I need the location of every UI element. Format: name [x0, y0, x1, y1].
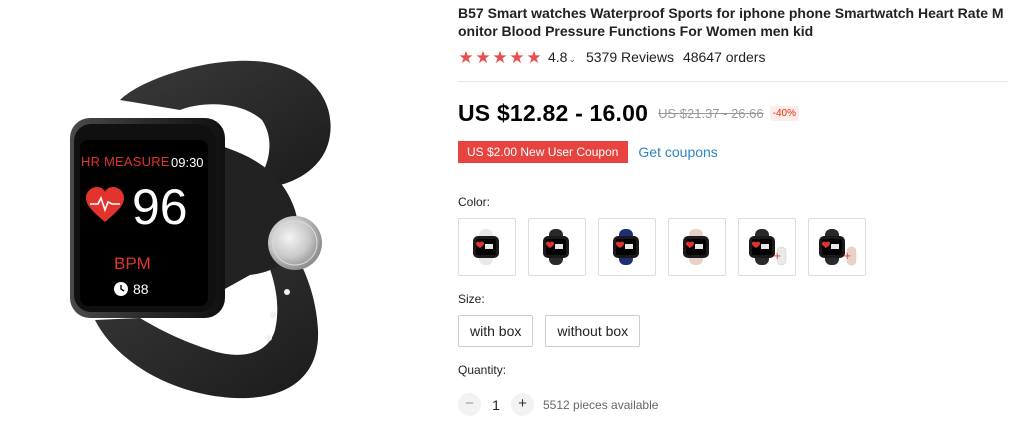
rating-number: 4.8	[548, 49, 568, 65]
color-option-pink[interactable]	[668, 218, 726, 276]
price-row: US $12.82 - 16.00 US $21.37 - 26.66 -40%	[458, 100, 799, 127]
watch-thumbnail-icon: +	[819, 229, 857, 266]
screen-steps: 88	[133, 281, 149, 297]
size-label: Size:	[458, 292, 485, 306]
watch-thumbnail-icon	[613, 229, 639, 265]
rating-row: ★ ★ ★ ★ ★ 4.8⌄ 5379 Reviews 48647 orders	[458, 48, 765, 66]
quantity-stepper: − 1 + 5512 pieces available	[458, 393, 658, 416]
screen-measure-label: HR MEASURE	[81, 154, 170, 169]
watch-thumbnail-icon: +	[749, 229, 787, 266]
screen-unit: BPM	[114, 254, 151, 273]
color-options: + +	[458, 218, 866, 276]
divider	[458, 81, 1008, 82]
quantity-value[interactable]: 1	[481, 397, 511, 413]
product-title: B57 Smart watches Waterproof Sports for …	[458, 5, 1004, 39]
get-coupons-link[interactable]: Get coupons	[638, 144, 717, 160]
coupon-row: US $2.00 New User Coupon Get coupons	[458, 141, 718, 163]
current-price: US $12.82 - 16.00	[458, 100, 649, 126]
svg-text:+: +	[773, 251, 781, 262]
smartwatch-illustration	[70, 60, 331, 399]
watch-thumbnail-icon	[543, 229, 569, 265]
color-label: Color:	[458, 195, 491, 209]
color-option-black[interactable]	[528, 218, 586, 276]
watch-thumbnail-icon	[473, 229, 499, 265]
product-image[interactable]: HR MEASURE 09:30 96 BPM 88	[0, 0, 440, 430]
rating-stars[interactable]: ★ ★ ★ ★ ★	[458, 49, 542, 66]
star-icon: ★	[509, 47, 525, 67]
color-option-white[interactable]	[458, 218, 516, 276]
reviews-link[interactable]: 5379 Reviews	[586, 49, 674, 65]
size-option-with-box[interactable]: with box	[458, 315, 534, 347]
new-user-coupon-tag: US $2.00 New User Coupon	[458, 141, 632, 163]
pieces-available: 5512 pieces available	[543, 397, 659, 412]
star-icon: ★	[475, 47, 491, 67]
star-icon: ★	[458, 47, 474, 67]
discount-badge: -40%	[769, 106, 799, 121]
original-price: US $21.37 - 26.66	[658, 106, 764, 121]
rating-value[interactable]: 4.8⌄	[548, 49, 576, 65]
increase-quantity-button[interactable]: +	[511, 393, 534, 416]
decrease-quantity-button[interactable]: −	[458, 393, 481, 416]
orders-count: 48647 orders	[682, 49, 766, 65]
screen-time: 09:30	[171, 155, 204, 170]
color-option-black-white[interactable]: +	[738, 218, 796, 276]
screen-heart-rate-value: 96	[132, 179, 188, 235]
chevron-down-icon: ⌄	[568, 54, 577, 64]
star-icon: ★	[526, 47, 542, 67]
star-icon: ★	[492, 47, 508, 67]
watch-thumbnail-icon	[683, 229, 709, 265]
color-option-black-pink[interactable]: +	[808, 218, 866, 276]
size-options: with box without box	[458, 315, 641, 347]
size-option-without-box[interactable]: without box	[545, 315, 641, 347]
color-option-blue[interactable]	[598, 218, 656, 276]
quantity-label: Quantity:	[458, 363, 507, 377]
svg-text:+: +	[843, 251, 851, 262]
